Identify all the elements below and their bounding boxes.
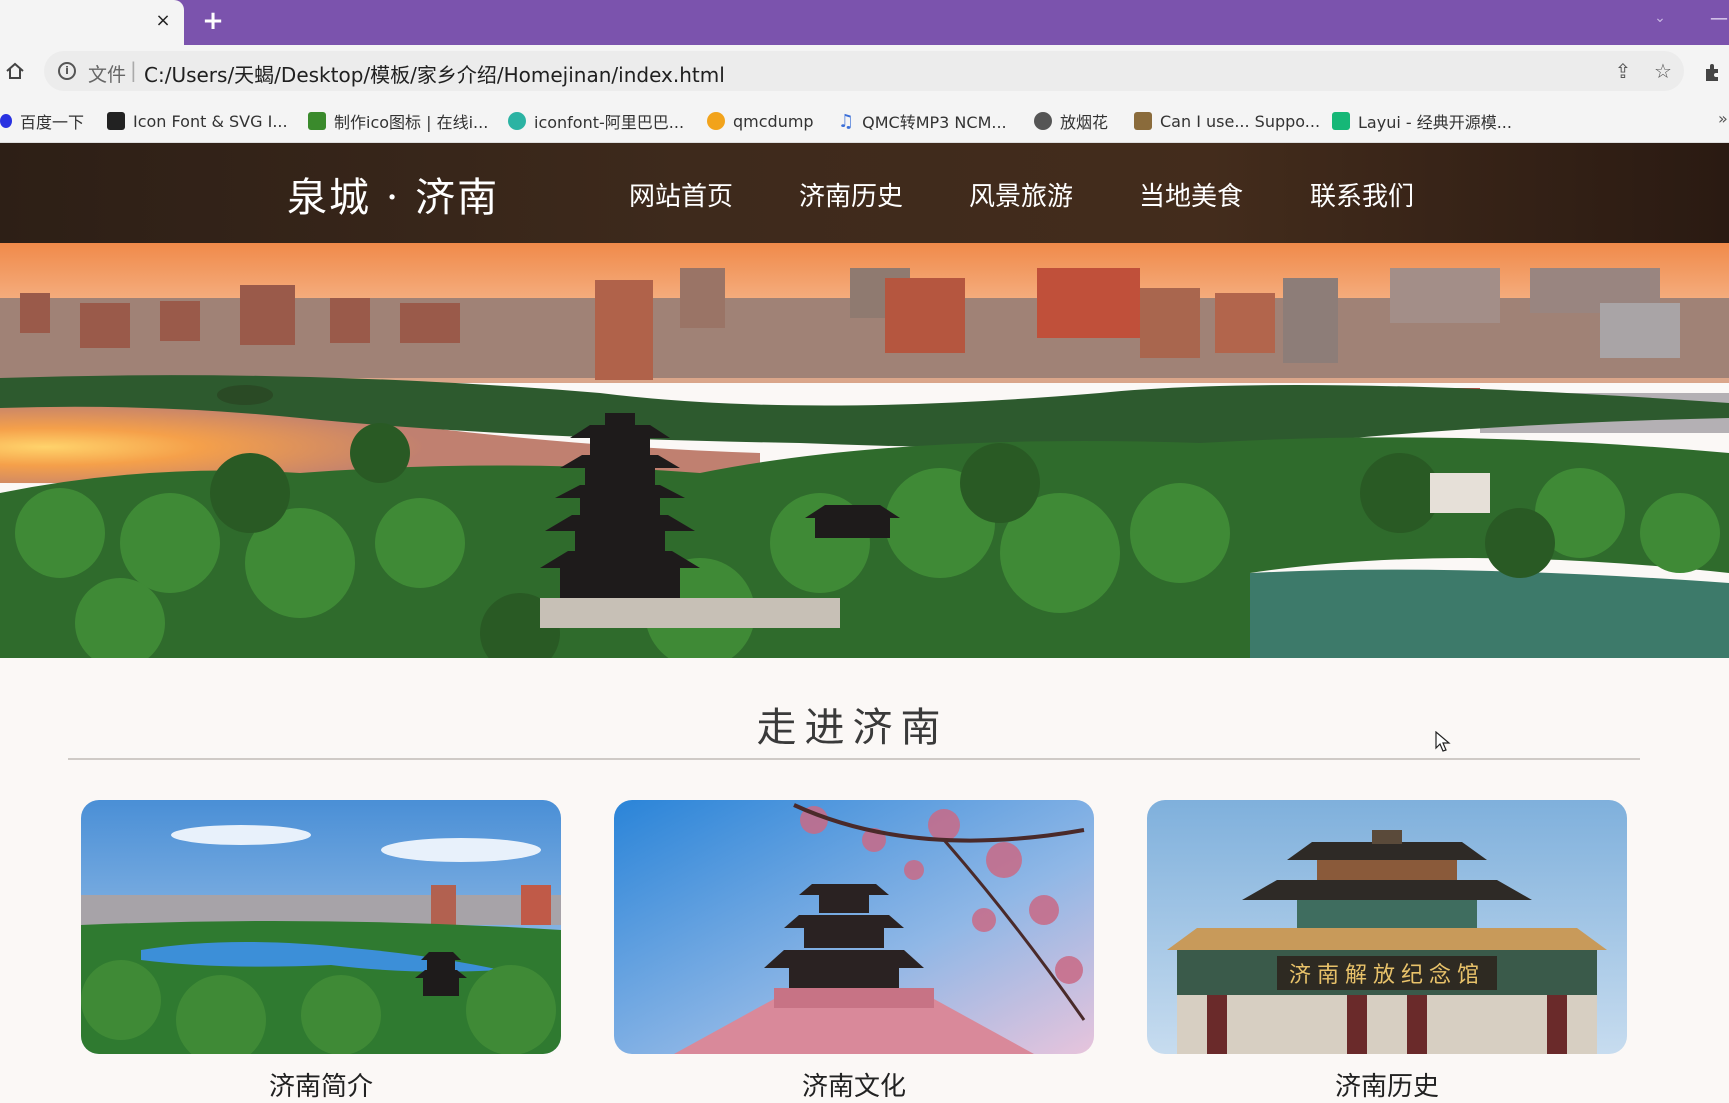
extensions-icon[interactable] [1702, 61, 1724, 83]
close-tab-icon[interactable]: × [152, 10, 174, 32]
url-text[interactable]: C:/Users/天蝎/Desktop/模板/家乡介绍/Homejinan/in… [144, 59, 725, 88]
address-bar: i 文件 | C:/Users/天蝎/Desktop/模板/家乡介绍/Homej… [0, 45, 1729, 99]
card-culture-image[interactable] [614, 800, 1094, 1054]
layui-icon [1332, 112, 1350, 130]
music-note-icon: ♫ [838, 110, 855, 132]
new-tab-button[interactable]: + [200, 8, 226, 34]
bookmark-qmc-mp3[interactable]: ♫ QMC转MP3 NCM... [838, 110, 1007, 133]
bookmark-label: Can I use... Suppo... [1160, 111, 1321, 131]
minimize-icon[interactable]: — [1710, 8, 1729, 29]
card-intro-caption[interactable]: 济南简介 [81, 1066, 561, 1103]
bookmark-label: Icon Font & SVG I... [133, 111, 288, 131]
bitbug-icon [308, 112, 326, 130]
browser-tab[interactable]: × [0, 0, 184, 45]
bookmark-bitbug[interactable]: 制作ico图标 | 在线i... [308, 110, 488, 132]
qmcdump-icon [707, 112, 725, 130]
nav-home[interactable]: 网站首页 [629, 176, 733, 213]
bookmark-label: 制作ico图标 | 在线i... [334, 113, 489, 132]
card-history-caption[interactable]: 济南历史 [1147, 1066, 1627, 1103]
bookmark-layui[interactable]: Layui - 经典开源模... [1332, 110, 1512, 132]
site-header: 泉城 · 济南 网站首页 济南历史 风景旅游 当地美食 联系我们 [0, 143, 1729, 243]
bookmark-iconfont-svg[interactable]: Icon Font & SVG I... [107, 110, 288, 132]
memorial-sign-text: 济南解放纪念馆 [1289, 963, 1485, 988]
bookmark-star-icon[interactable]: ☆ [1652, 60, 1674, 82]
bookmark-label: Layui - 经典开源模... [1358, 113, 1512, 132]
baidu-icon [0, 114, 12, 128]
card-history-image[interactable]: 济南解放纪念馆 [1147, 800, 1627, 1054]
card-culture-caption[interactable]: 济南文化 [614, 1066, 1094, 1103]
bookmark-label: 放烟花 [1060, 113, 1109, 132]
card-intro-image[interactable] [81, 800, 561, 1054]
bookmark-label: iconfont-阿里巴巴... [534, 113, 685, 132]
section-divider [68, 758, 1640, 760]
info-icon[interactable]: i [58, 62, 76, 80]
home-icon[interactable] [4, 60, 26, 82]
caniuse-icon [1134, 112, 1152, 130]
nav-contact[interactable]: 联系我们 [1310, 176, 1414, 213]
url-separator: | [130, 58, 137, 82]
file-scheme-label: 文件 [88, 64, 127, 86]
bookmark-label: 百度一下 [20, 113, 85, 132]
nav-history[interactable]: 济南历史 [799, 176, 903, 213]
nav-tourism[interactable]: 风景旅游 [969, 176, 1073, 213]
bookmark-label: QMC转MP3 NCM... [862, 113, 1007, 132]
bookmark-qmcdump[interactable]: qmcdump [707, 110, 814, 132]
iconfont-alibaba-icon [508, 112, 526, 130]
bookmark-caniuse[interactable]: Can I use... Suppo... [1134, 110, 1320, 132]
bookmark-baidu[interactable]: 百度一下 [0, 110, 84, 132]
iconfont-svg-icon [107, 112, 125, 130]
omnibox[interactable]: i 文件 | C:/Users/天蝎/Desktop/模板/家乡介绍/Homej… [44, 51, 1684, 91]
mouse-cursor-icon [1435, 731, 1451, 752]
bookmark-fireworks[interactable]: 放烟花 [1034, 110, 1108, 132]
bookmarks-overflow-icon[interactable]: » [1718, 109, 1728, 128]
browser-tab-bar: × + ⌄ — [0, 0, 1729, 45]
site-logo[interactable]: 泉城 · 济南 [287, 165, 499, 223]
chevron-down-icon[interactable]: ⌄ [1650, 10, 1670, 30]
share-icon[interactable]: ⇪ [1612, 60, 1634, 82]
bookmark-label: qmcdump [733, 111, 814, 131]
bookmark-iconfont-alibaba[interactable]: iconfont-阿里巴巴... [508, 110, 684, 132]
nav-food[interactable]: 当地美食 [1139, 176, 1243, 213]
bookmarks-bar: 百度一下 Icon Font & SVG I... 制作ico图标 | 在线i.… [0, 99, 1729, 143]
globe-icon [1034, 112, 1052, 130]
hero-banner-image [0, 243, 1729, 658]
